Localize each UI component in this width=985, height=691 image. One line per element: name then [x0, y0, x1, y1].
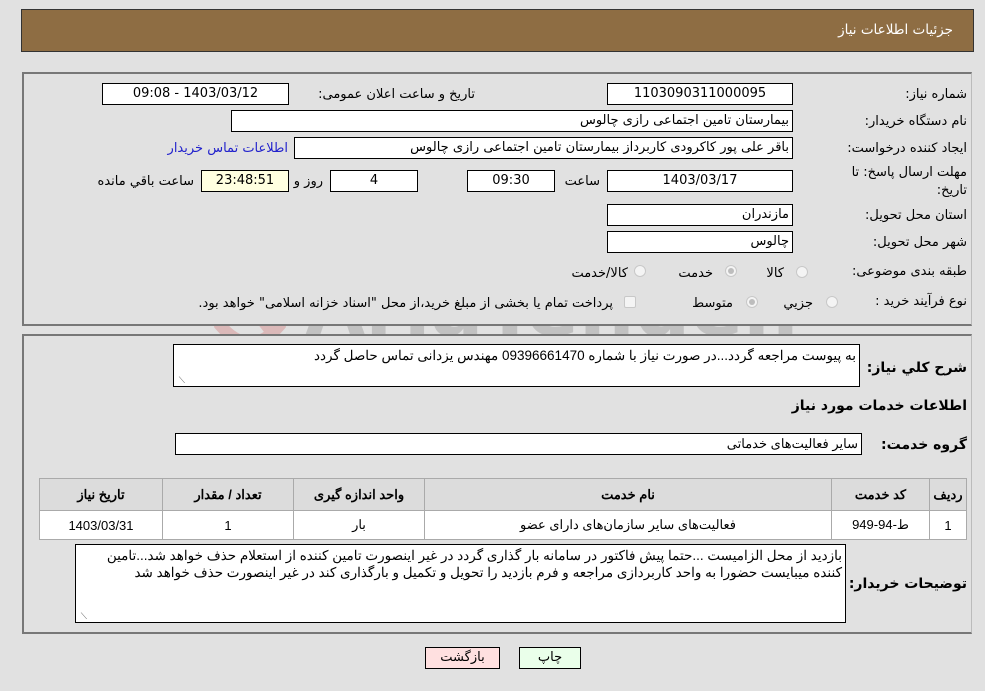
buyer-notes-textarea[interactable]: بازدید از محل الزامیست ...حتما پیش فاکتو…: [75, 544, 846, 623]
buyer-notes-text: بازدید از محل الزامیست ...حتما پیش فاکتو…: [106, 548, 842, 580]
cell-row-number: 1: [929, 510, 967, 540]
cell-service-name: فعالیت‌های سایر سازمان‌های دارای عضو: [424, 510, 832, 540]
description-text: به پیوست مراجعه گردد...در صورت نیاز با ش…: [313, 348, 856, 363]
need-number-label: شماره نیاز:: [905, 87, 967, 102]
service-group-field: سایر فعالیت‌های خدماتی: [175, 433, 862, 455]
resize-grip-icon[interactable]: ⟋: [78, 612, 87, 621]
treasury-docs-label: پرداخت تمام یا بخشی از مبلغ خرید،از محل …: [198, 296, 613, 311]
days-remaining-field: 4: [330, 170, 418, 192]
table-header-row: ردیف کد خدمت نام خدمت واحد اندازه گیری ت…: [39, 478, 967, 511]
cell-need-date: 1403/03/31: [39, 510, 163, 540]
process-option-medium: متوسط: [692, 296, 733, 311]
col-need-date: تاریخ نیاز: [39, 478, 163, 511]
back-button[interactable]: بازگشت: [425, 647, 500, 669]
city-label: شهر محل تحویل:: [872, 235, 967, 250]
deadline-label-line1: مهلت ارسال پاسخ: تا: [851, 165, 967, 180]
buyer-org-label: نام دستگاه خریدار:: [864, 114, 967, 129]
category-label: طبقه بندی موضوعی:: [851, 264, 967, 279]
process-radio-minor[interactable]: [826, 296, 838, 308]
announce-date-field: 1403/03/12 - 09:08: [102, 83, 289, 105]
cell-service-code: ط-94-949: [831, 510, 930, 540]
col-row-number: ردیف: [929, 478, 967, 511]
days-label: روز و: [293, 174, 323, 189]
deadline-time-field: 09:30: [467, 170, 555, 192]
service-group-label: گروه خدمت:: [881, 437, 967, 453]
remaining-time-field: 23:48:51: [201, 170, 289, 192]
creator-label: ایجاد کننده درخواست:: [847, 141, 967, 156]
category-option-service: خدمت: [678, 266, 713, 281]
buyer-notes-label: توضیحات خریدار:: [848, 576, 967, 592]
cell-unit: بار: [293, 510, 425, 540]
print-button[interactable]: چاپ: [519, 647, 581, 669]
category-radio-goods[interactable]: [796, 266, 808, 278]
creator-field: باقر علی پور کاکرودی کاربرداز بیمارستان …: [294, 137, 793, 159]
page-header: جزئیات اطلاعات نیاز: [21, 9, 974, 52]
province-field: مازندران: [607, 204, 793, 226]
services-section-title: اطلاعات خدمات مورد نیاز: [791, 398, 967, 414]
buyer-org-field: بیمارستان تامین اجتماعی رازی چالوس: [231, 110, 793, 132]
buyer-contact-link[interactable]: اطلاعات تماس خریدار: [168, 141, 288, 156]
resize-grip-icon[interactable]: ⟋: [176, 376, 185, 385]
announce-date-label: تاریخ و ساعت اعلان عمومی:: [318, 87, 475, 102]
description-label: شرح کلي نياز:: [866, 360, 967, 376]
deadline-label-line2: تاریخ:: [936, 183, 967, 198]
remaining-time-label: ساعت باقي مانده: [97, 174, 194, 189]
category-option-goods-service: کالا/خدمت: [571, 266, 628, 281]
treasury-docs-checkbox[interactable]: [624, 296, 636, 308]
page-title: جزئیات اطلاعات نیاز: [838, 22, 953, 38]
col-service-name: نام خدمت: [424, 478, 832, 511]
category-radio-goods-service[interactable]: [634, 265, 646, 277]
province-label: استان محل تحویل:: [865, 208, 967, 223]
cell-quantity: 1: [162, 510, 294, 540]
deadline-time-label: ساعت: [564, 174, 600, 189]
table-row: 1 ط-94-949 فعالیت‌های سایر سازمان‌های دا…: [39, 510, 967, 540]
category-option-goods: کالا: [766, 266, 784, 281]
deadline-date-field: 1403/03/17: [607, 170, 793, 192]
need-number-field: 1103090311000095: [607, 83, 793, 105]
col-service-code: کد خدمت: [831, 478, 930, 511]
process-radio-medium[interactable]: [746, 296, 758, 308]
col-unit: واحد اندازه گیری: [293, 478, 425, 511]
purchase-process-label: نوع فرآیند خرید :: [875, 294, 967, 309]
col-quantity: تعداد / مقدار: [162, 478, 294, 511]
city-field: چالوس: [607, 231, 793, 253]
description-textarea[interactable]: به پیوست مراجعه گردد...در صورت نیاز با ش…: [173, 344, 860, 387]
category-radio-service[interactable]: [725, 265, 737, 277]
services-table: ردیف کد خدمت نام خدمت واحد اندازه گیری ت…: [39, 478, 967, 540]
process-option-minor: جزيي: [783, 296, 813, 311]
